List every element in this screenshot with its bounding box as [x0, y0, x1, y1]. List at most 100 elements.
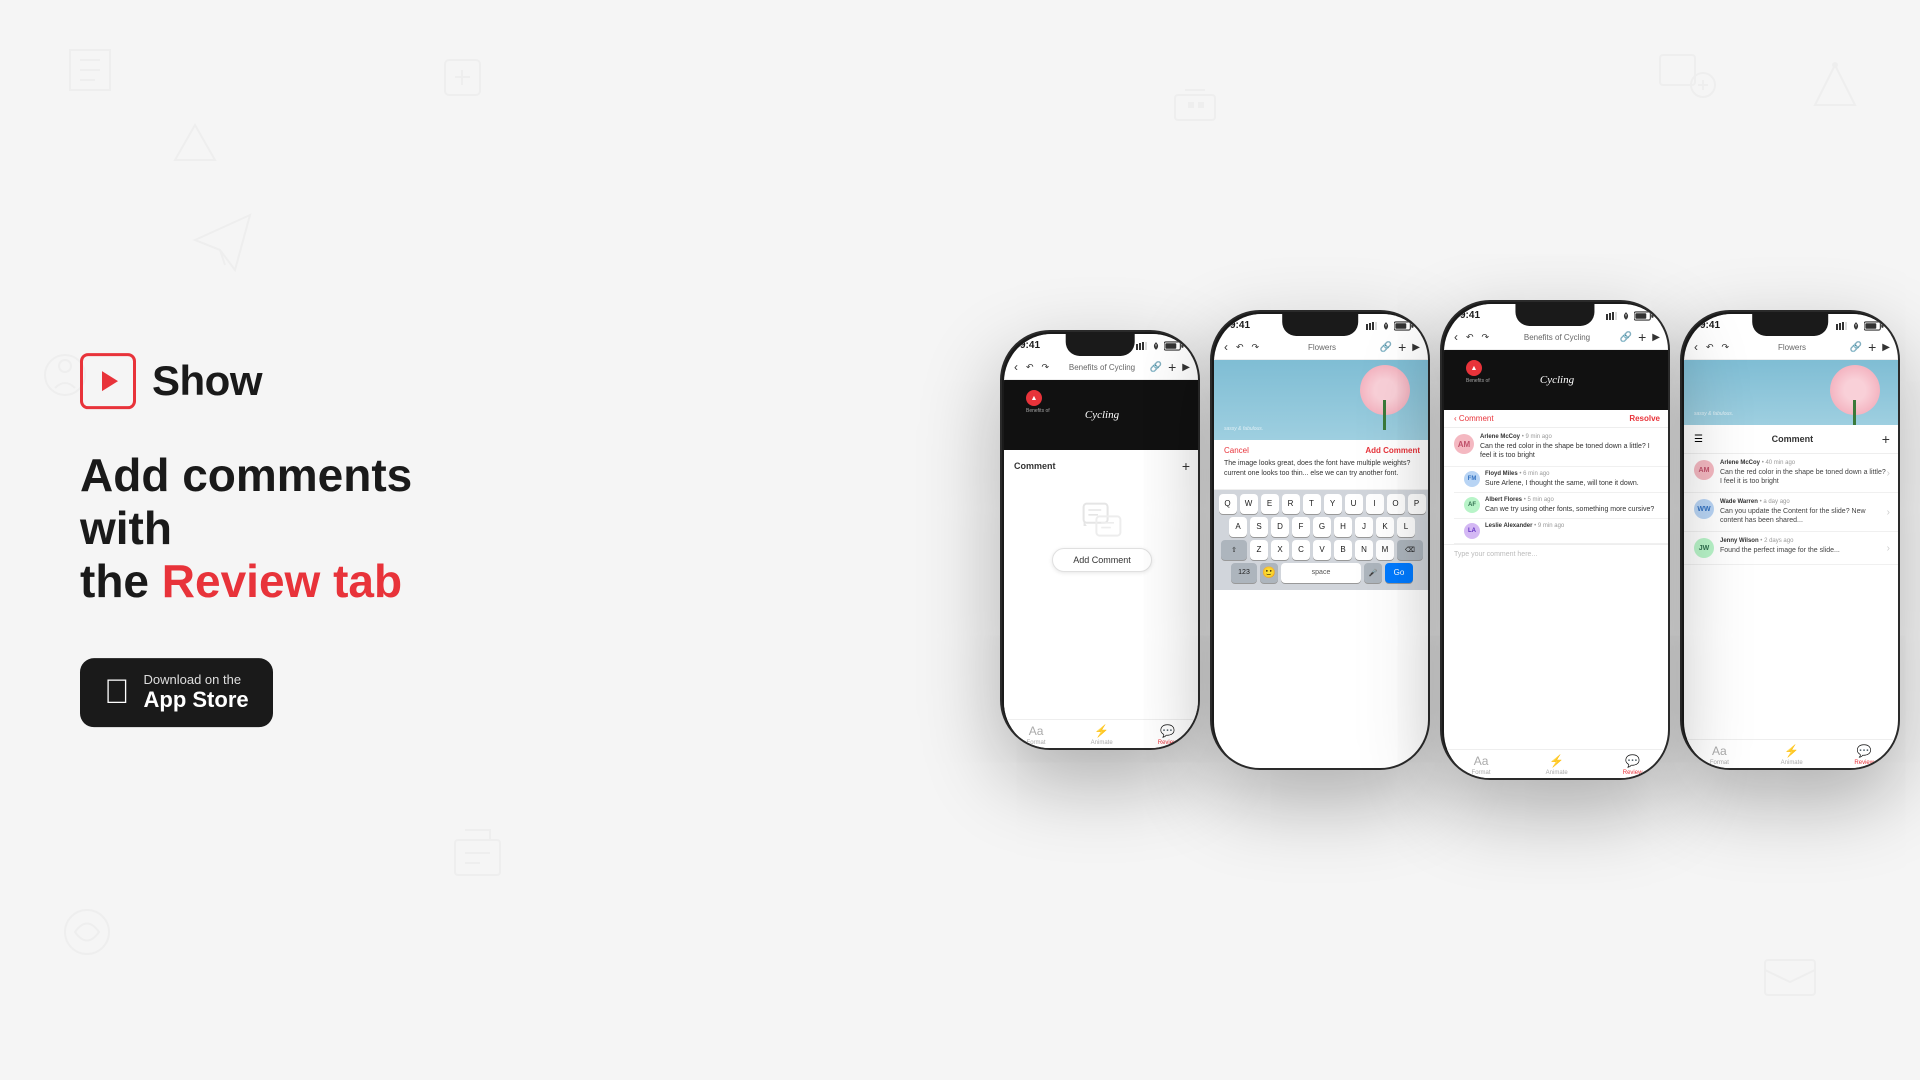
back-btn-2[interactable]: ‹	[1224, 340, 1228, 354]
key-v[interactable]: V	[1313, 540, 1331, 560]
type-comment-placeholder[interactable]: Type your comment here...	[1444, 544, 1670, 749]
phone-4-status-bar: 9:41	[1684, 314, 1900, 335]
phone-4-comment-2[interactable]: WW Wade Warren • a day ago Can you updat…	[1684, 493, 1900, 532]
key-k[interactable]: K	[1376, 517, 1394, 537]
key-q[interactable]: Q	[1219, 494, 1237, 514]
phone-1-status-icons	[1136, 341, 1184, 351]
phone-4-comment-3[interactable]: JW Jenny Wilson • 2 days ago Found the p…	[1684, 532, 1900, 565]
author-arlene-3: Arlene McCoy	[1480, 434, 1520, 440]
phone-2-toolbar: ‹ ↶ ↷ Flowers 🔗 + ▶	[1214, 335, 1430, 360]
share-btn-2[interactable]: 🔗	[1380, 342, 1392, 353]
comment-list-content-3: Jenny Wilson • 2 days ago Found the perf…	[1720, 538, 1887, 555]
share-btn-3[interactable]: 🔗	[1620, 332, 1632, 343]
undo-btn[interactable]: ↶	[1026, 362, 1034, 373]
key-f[interactable]: F	[1292, 517, 1310, 537]
tab-animate-4[interactable]: ⚡ Animate	[1781, 744, 1803, 766]
keyboard-row-2: A S D F G H J K L	[1218, 517, 1426, 537]
redo-btn-4[interactable]: ↷	[1722, 342, 1730, 353]
key-y[interactable]: Y	[1324, 494, 1342, 514]
app-store-button[interactable]:  Download on the App Store	[80, 658, 273, 727]
key-e[interactable]: E	[1261, 494, 1279, 514]
back-btn[interactable]: ‹	[1014, 360, 1018, 374]
key-l[interactable]: L	[1397, 517, 1415, 537]
phone-4-comment-title: Comment	[1772, 434, 1814, 444]
tab-review-label-3: Review	[1623, 770, 1643, 776]
avatar-floyd-3: FM	[1464, 471, 1480, 487]
phone-4-add-icon[interactable]: +	[1882, 431, 1890, 447]
phone-2-time: 9:41	[1230, 320, 1250, 331]
key-m[interactable]: M	[1376, 540, 1394, 560]
key-a[interactable]: A	[1229, 517, 1247, 537]
red-dot-3: ▲	[1466, 360, 1482, 376]
add-comment-button-1[interactable]: Add Comment	[1052, 548, 1152, 572]
tab-review-3[interactable]: 💬 Review	[1623, 754, 1643, 776]
key-p[interactable]: P	[1408, 494, 1426, 514]
share-btn[interactable]: 🔗	[1150, 362, 1162, 373]
app-store-text: Download on the App Store	[144, 672, 249, 713]
comment-list-meta-3: Jenny Wilson • 2 days ago	[1720, 538, 1887, 544]
key-123[interactable]: 123	[1231, 563, 1257, 583]
play-btn-3[interactable]: ▶	[1652, 332, 1660, 343]
comment-back-btn[interactable]: ‹ Comment	[1454, 414, 1494, 423]
key-r[interactable]: R	[1282, 494, 1300, 514]
key-x[interactable]: X	[1271, 540, 1289, 560]
key-shift[interactable]: ⇧	[1221, 540, 1247, 560]
redo-btn[interactable]: ↷	[1042, 362, 1050, 373]
back-btn-3[interactable]: ‹	[1454, 330, 1458, 344]
key-o[interactable]: O	[1387, 494, 1405, 514]
cycling-text-3: Cycling	[1540, 374, 1574, 386]
undo-btn-3[interactable]: ↶	[1466, 332, 1474, 343]
add-btn-3[interactable]: +	[1638, 329, 1646, 345]
tab-review-1[interactable]: 💬 Review	[1158, 724, 1178, 746]
tab-format-3[interactable]: Aa Format	[1472, 754, 1491, 776]
key-z[interactable]: Z	[1250, 540, 1268, 560]
phones-layout: 9:41 ‹ ↶ ↷ Benefits of Cycling	[1000, 300, 1900, 780]
key-u[interactable]: U	[1345, 494, 1363, 514]
key-mic[interactable]: 🎤	[1364, 563, 1382, 583]
flower-stem	[1383, 400, 1386, 430]
resolve-btn[interactable]: Resolve	[1629, 414, 1660, 423]
key-g[interactable]: G	[1313, 517, 1331, 537]
tab-format-4[interactable]: Aa Format	[1710, 744, 1729, 766]
play-btn-2[interactable]: ▶	[1412, 342, 1420, 353]
comment-add-icon-1[interactable]: +	[1182, 458, 1190, 474]
key-s[interactable]: S	[1250, 517, 1268, 537]
tab-animate-3[interactable]: ⚡ Animate	[1546, 754, 1568, 776]
tab-format-1[interactable]: Aa Format	[1027, 724, 1046, 746]
key-i[interactable]: I	[1366, 494, 1384, 514]
key-go[interactable]: Go	[1385, 563, 1413, 583]
key-t[interactable]: T	[1303, 494, 1321, 514]
undo-btn-4[interactable]: ↶	[1706, 342, 1714, 353]
comment-meta-arlene-3: Arlene McCoy • 9 min ago	[1480, 434, 1660, 440]
share-btn-4[interactable]: 🔗	[1850, 342, 1862, 353]
tab-review-4[interactable]: 💬 Review	[1854, 744, 1874, 766]
redo-btn-3[interactable]: ↷	[1482, 332, 1490, 343]
key-j[interactable]: J	[1355, 517, 1373, 537]
phone-4-comment-1[interactable]: AM Arlene McCoy • 40 min ago Can the red…	[1684, 454, 1900, 493]
key-emoji[interactable]: 🙂	[1260, 563, 1278, 583]
key-space[interactable]: space	[1281, 563, 1361, 583]
key-backspace[interactable]: ⌫	[1397, 540, 1423, 560]
comment-list-content-2: Wade Warren • a day ago Can you update t…	[1720, 499, 1887, 525]
add-comment-link[interactable]: Add Comment	[1365, 446, 1420, 455]
play-btn-4[interactable]: ▶	[1882, 342, 1890, 353]
key-d[interactable]: D	[1271, 517, 1289, 537]
key-n[interactable]: N	[1355, 540, 1373, 560]
redo-btn-2[interactable]: ↷	[1252, 342, 1260, 353]
key-b[interactable]: B	[1334, 540, 1352, 560]
phone-3-bottom-tabs: Aa Format ⚡ Animate 💬 Review	[1444, 749, 1670, 780]
play-btn[interactable]: ▶	[1182, 362, 1190, 373]
key-c[interactable]: C	[1292, 540, 1310, 560]
back-btn-4[interactable]: ‹	[1694, 340, 1698, 354]
key-w[interactable]: W	[1240, 494, 1258, 514]
cancel-btn[interactable]: Cancel	[1224, 446, 1249, 455]
phone-3-screen: 9:41 ‹ ↶ ↷ Benefits of Cycling	[1444, 304, 1670, 780]
key-h[interactable]: H	[1334, 517, 1352, 537]
flower-graphic-4	[1830, 365, 1880, 425]
add-btn-2[interactable]: +	[1398, 339, 1406, 355]
add-btn[interactable]: +	[1168, 359, 1176, 375]
undo-btn-2[interactable]: ↶	[1236, 342, 1244, 353]
tab-animate-label-4: Animate	[1781, 760, 1803, 766]
tab-animate-1[interactable]: ⚡ Animate	[1091, 724, 1113, 746]
add-btn-4[interactable]: +	[1868, 339, 1876, 355]
